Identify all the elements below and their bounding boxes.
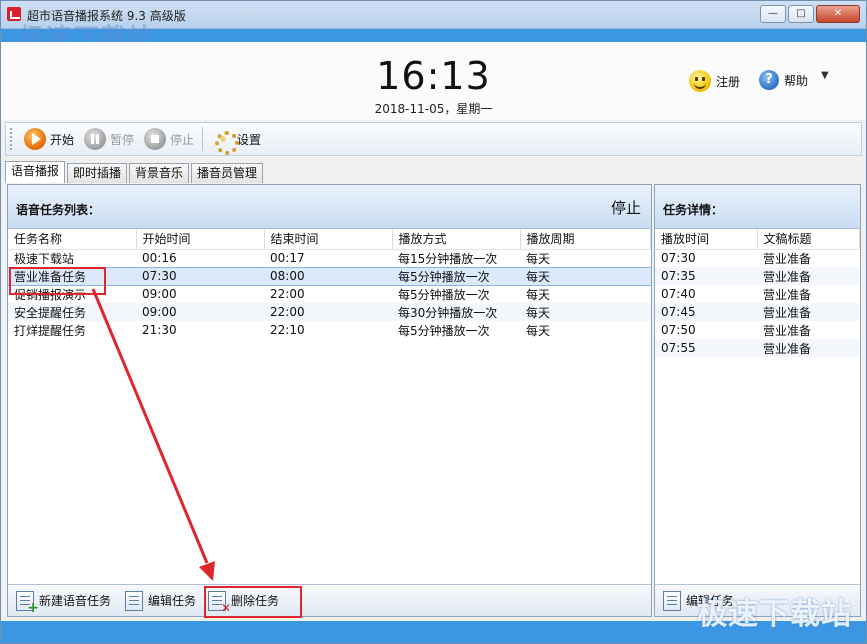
annotation-arrow <box>91 288 215 581</box>
tab-voice-broadcast[interactable]: 语音播报 <box>5 161 66 183</box>
app-window: 超市语音播报系统 9.3 高级版 — □ ✕ 极速下载站 16:13 2018-… <box>0 0 867 644</box>
